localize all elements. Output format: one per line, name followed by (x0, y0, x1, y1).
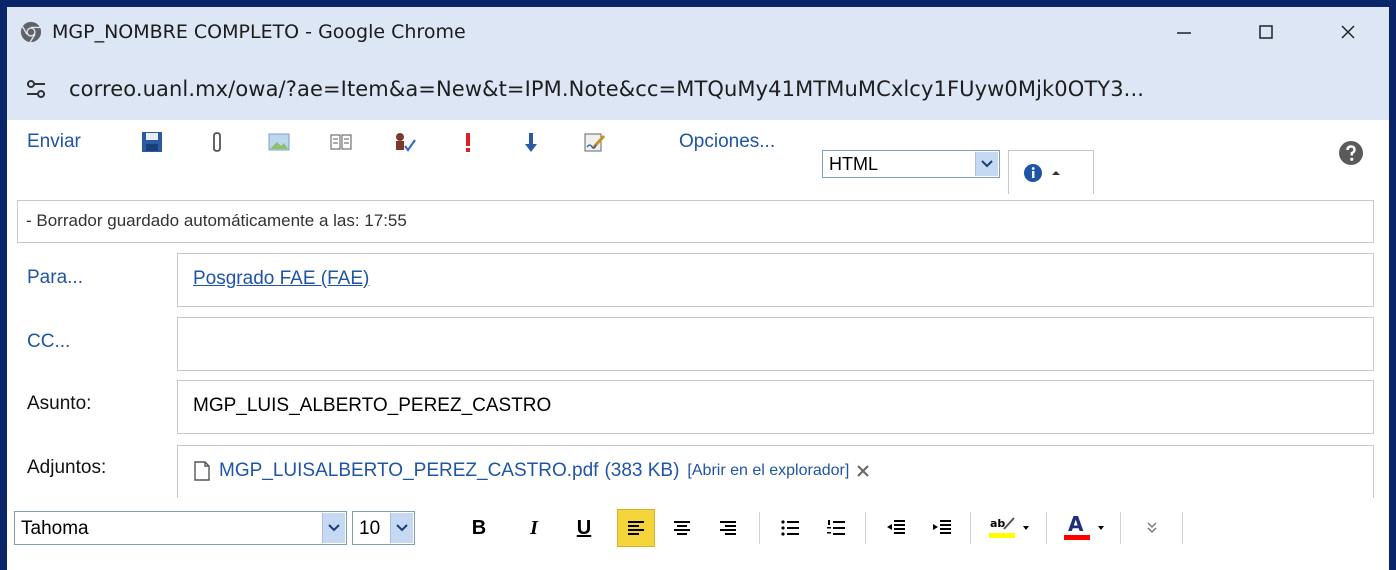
maximize-icon (1259, 25, 1273, 39)
importance-high-icon (466, 133, 470, 152)
options-label: Opciones... (679, 131, 776, 152)
font-family-value: Tahoma (21, 518, 89, 539)
address-bar[interactable]: correo.uanl.mx/owa/?ae=Item&a=New&t=IPM.… (7, 57, 1389, 120)
toolbar-separator (759, 512, 760, 544)
toolbar-separator (865, 512, 866, 544)
info-icon (1024, 163, 1042, 182)
toolbar-separator (1182, 512, 1183, 544)
increase-indent-button[interactable] (925, 509, 959, 547)
align-center-button[interactable] (665, 509, 699, 547)
draft-status-text: - Borrador guardado automáticamente a la… (26, 211, 407, 230)
check-names-button[interactable] (392, 129, 416, 155)
align-left-icon (628, 521, 644, 535)
send-button[interactable]: Enviar (27, 129, 81, 155)
save-button[interactable] (140, 129, 164, 155)
formatting-toolbar: Tahoma 10 B I U ab A (7, 498, 1389, 570)
minimize-icon (1177, 32, 1191, 34)
align-right-icon (720, 521, 736, 535)
insert-image-button[interactable] (267, 129, 291, 155)
address-book-icon (330, 134, 352, 150)
cc-field[interactable] (177, 317, 1374, 371)
attach-button[interactable] (205, 129, 229, 155)
underline-button[interactable]: U (567, 509, 601, 547)
highlight-icon: ab (989, 517, 1029, 538)
bold-button[interactable]: B (462, 509, 496, 547)
message-format-select[interactable]: HTML (822, 150, 1000, 178)
subject-input[interactable]: MGP_LUIS_ALBERTO_PEREZ_CASTRO (177, 380, 1374, 434)
font-color-icon: A (1064, 514, 1104, 540)
font-size-value: 10 (359, 518, 381, 539)
outdent-icon (887, 520, 905, 534)
close-window-button[interactable] (1307, 7, 1389, 57)
image-icon (268, 133, 290, 151)
window-controls (1143, 7, 1389, 57)
info-bar-toggle[interactable] (1008, 150, 1094, 194)
attachment-item: MGP_LUISALBERTO_PEREZ_CASTRO.pdf (383 KB… (193, 460, 871, 482)
caret-up-icon (1052, 170, 1060, 175)
options-button[interactable]: Opciones... (679, 129, 775, 155)
draft-status-bar: - Borrador guardado automáticamente a la… (17, 200, 1374, 243)
compose-area: Enviar Opciones... HTML - Borrador guard… (7, 120, 1389, 570)
file-icon (194, 461, 210, 481)
attachment-link[interactable]: MGP_LUISALBERTO_PEREZ_CASTRO.pdf (219, 460, 598, 482)
signature-button[interactable] (583, 129, 607, 155)
font-family-select[interactable]: Tahoma (14, 511, 347, 545)
align-right-button[interactable] (711, 509, 745, 547)
paperclip-icon (213, 132, 221, 152)
chrome-logo-icon (20, 21, 42, 43)
address-book-button[interactable] (329, 129, 353, 155)
window-title: MGP_NOMBRE COMPLETO - Google Chrome (52, 21, 466, 43)
more-options-button[interactable] (1135, 509, 1169, 547)
url-text[interactable]: correo.uanl.mx/owa/?ae=Item&a=New&t=IPM.… (69, 77, 1144, 101)
minimize-button[interactable] (1143, 7, 1225, 57)
highlight-button[interactable]: ab (982, 509, 1040, 547)
cc-button[interactable]: CC... (27, 331, 70, 353)
subject-value: MGP_LUIS_ALBERTO_PEREZ_CASTRO (193, 395, 552, 416)
close-icon (1341, 25, 1355, 39)
toolbar-separator (1046, 512, 1047, 544)
site-settings-icon[interactable] (23, 76, 49, 102)
signature-icon (584, 133, 606, 152)
save-icon (142, 132, 162, 152)
chevron-down-icon[interactable] (322, 513, 345, 543)
numbered-list-icon (827, 520, 845, 535)
compose-toolbar: Enviar Opciones... (7, 120, 1389, 164)
send-label: Enviar (27, 131, 81, 152)
remove-attachment-icon[interactable] (855, 463, 871, 479)
indent-icon (933, 520, 951, 534)
double-chevron-down-icon (1147, 522, 1157, 533)
to-field[interactable]: Posgrado FAE (FAE) (177, 253, 1374, 307)
browser-window: MGP_NOMBRE COMPLETO - Google Chrome corr… (7, 7, 1389, 570)
high-importance-button[interactable] (456, 129, 480, 155)
importance-low-icon (525, 133, 537, 152)
toolbar-separator (1120, 512, 1121, 544)
check-names-icon (396, 133, 416, 152)
help-icon[interactable] (1338, 140, 1364, 166)
attachment-size: (383 KB) (604, 460, 680, 481)
message-format-value: HTML (829, 154, 878, 174)
chevron-down-icon[interactable] (390, 513, 413, 543)
svg-text:ab: ab (990, 517, 1005, 530)
attachments-field: MGP_LUISALBERTO_PEREZ_CASTRO.pdf (383 KB… (177, 445, 1374, 499)
to-button[interactable]: Para... (27, 267, 83, 289)
chevron-down-icon[interactable] (975, 152, 998, 176)
italic-button[interactable]: I (517, 509, 551, 547)
title-bar: MGP_NOMBRE COMPLETO - Google Chrome (7, 7, 1389, 57)
open-in-browser-link[interactable]: [Abrir en el explorador] (687, 462, 849, 480)
numbering-button[interactable] (819, 509, 853, 547)
align-center-icon (674, 521, 690, 535)
maximize-button[interactable] (1225, 7, 1307, 57)
attachments-label: Adjuntos: (27, 457, 107, 478)
font-color-button[interactable]: A (1057, 509, 1115, 547)
low-importance-button[interactable] (519, 129, 543, 155)
toolbar-separator (970, 512, 971, 544)
bullet-list-icon (781, 520, 799, 536)
svg-text:A: A (1068, 514, 1084, 536)
decrease-indent-button[interactable] (879, 509, 913, 547)
bullets-button[interactable] (773, 509, 807, 547)
recipient-link[interactable]: Posgrado FAE (FAE) (193, 268, 369, 290)
font-size-select[interactable]: 10 (352, 511, 415, 545)
align-left-button[interactable] (617, 509, 655, 547)
subject-label: Asunto: (27, 393, 92, 414)
